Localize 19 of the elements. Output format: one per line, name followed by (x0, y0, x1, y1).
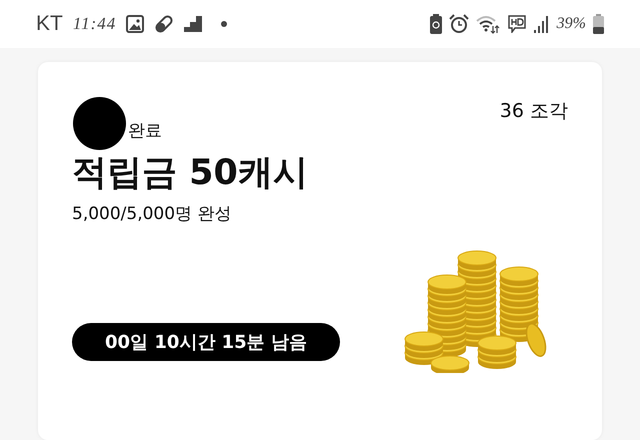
battery-percent: 39% (556, 15, 586, 33)
status-label: 완료 (128, 120, 162, 142)
stairs-icon (184, 16, 202, 32)
carrier-name: KT (36, 12, 63, 36)
reward-title: 적립금 50캐시 (72, 152, 309, 195)
battery-recycle-icon (430, 14, 442, 34)
image-icon (126, 15, 144, 33)
clock-time: 11:44 (72, 14, 116, 34)
pill-icon (154, 14, 174, 34)
hd-icon (506, 15, 527, 33)
piece-count: 36 조각 (500, 99, 568, 124)
battery-icon (593, 14, 604, 34)
wifi-icon (476, 14, 500, 34)
signal-icon (534, 15, 550, 33)
circle-mark (73, 97, 126, 150)
dot-icon (220, 20, 228, 28)
progress-text: 5,000/5,000명 완성 (72, 203, 232, 225)
alarm-icon (448, 14, 469, 34)
time-remaining-pill: 00일 10시간 15분 남음 (72, 323, 340, 361)
